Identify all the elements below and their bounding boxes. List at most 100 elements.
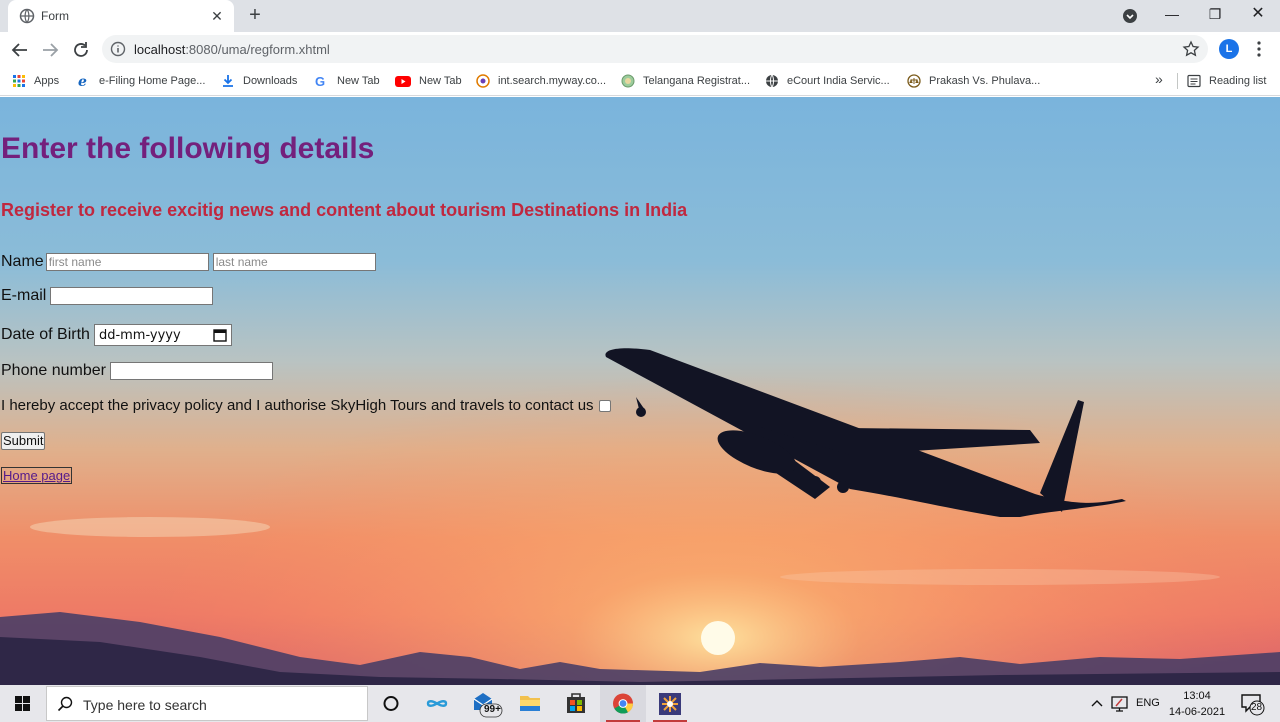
bookmark-efiling[interactable]: e e-Filing Home Page... (77, 72, 205, 90)
bookmark-label: New Tab (419, 75, 462, 87)
bookmark-label: Apps (34, 75, 60, 87)
apps-grid-icon (13, 75, 25, 87)
page-subheading: Register to receive excitig news and con… (1, 200, 688, 220)
kebab-menu-icon[interactable] (1252, 40, 1266, 58)
server-app-icon (659, 693, 681, 715)
bookmark-label: int.search.myway.co... (498, 75, 606, 87)
phone-label: Phone number (1, 362, 106, 379)
consent-checkbox[interactable] (598, 399, 611, 412)
network-icon[interactable] (1110, 685, 1130, 722)
dob-label: Date of Birth (1, 326, 90, 343)
bookmarks-separator (1177, 73, 1178, 89)
reading-list-button[interactable]: Reading list (1187, 72, 1266, 90)
first-name-input[interactable] (45, 253, 209, 271)
mail-badge: 99+ (484, 704, 501, 715)
scales-icon (907, 74, 921, 88)
globe-icon (766, 74, 778, 88)
clock-date: 14-06-2021 (1168, 706, 1226, 718)
dob-placeholder: dd-mm-yyyy (98, 327, 181, 343)
tab-search-icon[interactable] (1122, 8, 1138, 24)
notification-center[interactable]: 28 (1238, 685, 1268, 722)
phone-field[interactable] (109, 362, 273, 380)
last-name-input[interactable] (212, 253, 376, 271)
window-close-button[interactable]: ✕ (1238, 4, 1278, 26)
myway-icon (476, 74, 490, 88)
taskbar-search-box[interactable]: Type here to search (46, 686, 368, 721)
windows-start-icon[interactable] (0, 685, 45, 722)
download-icon (223, 75, 233, 87)
bookmark-label: Telangana Registrat... (643, 75, 751, 87)
store-icon[interactable] (553, 685, 599, 722)
home-page-link[interactable]: Home page (1, 467, 73, 484)
email-row: E-mail (1, 287, 214, 305)
infinity-app-icon[interactable] (414, 685, 460, 722)
bookmark-ecourt[interactable]: eCourt India Servic... (765, 72, 890, 90)
notification-count: 28 (1251, 702, 1263, 713)
tab-strip: Form ✕ + — ❐ ✕ (0, 0, 1280, 32)
close-tab-icon[interactable]: ✕ (209, 8, 225, 24)
chevron-up-icon[interactable] (1089, 685, 1105, 722)
url-text[interactable]: localhost:8080/uma/regform.xhtml (134, 42, 330, 57)
clock-time: 13:04 (1183, 690, 1211, 702)
dob-date-input[interactable]: dd-mm-yyyy (93, 324, 232, 346)
cortana-icon[interactable] (368, 685, 414, 722)
phone-row: Phone number (1, 362, 273, 380)
registration-form-page: Enter the following details Register to … (0, 97, 1280, 685)
bookmarks-overflow-button[interactable]: » (1155, 71, 1163, 87)
url-path: :8080/uma/regform.xhtml (185, 42, 330, 57)
browser-toolbar: localhost:8080/uma/regform.xhtml (0, 32, 1280, 66)
url-host: localhost (134, 42, 186, 57)
bookmark-label: New Tab (337, 75, 380, 87)
email-label: E-mail (1, 287, 47, 304)
calendar-icon[interactable] (213, 328, 227, 342)
bookmark-downloads[interactable]: Downloads (221, 72, 297, 90)
info-icon[interactable] (110, 41, 126, 57)
maximize-button[interactable]: ❐ (1195, 4, 1235, 26)
tab-form[interactable]: Form ✕ (8, 0, 234, 32)
svg-text:e: e (78, 74, 87, 88)
search-icon (57, 696, 73, 712)
profile-avatar[interactable]: L (1219, 39, 1239, 59)
bookmarks-bar: Apps e e-Filing Home Page... Downloads G… (0, 66, 1280, 96)
system-clock[interactable]: 13:04 14-06-2021 (1165, 688, 1229, 720)
google-icon: G (315, 74, 325, 88)
bookmark-telangana[interactable]: Telangana Registrat... (621, 72, 750, 90)
seal-icon (621, 74, 635, 88)
dob-row: Date of Birth dd-mm-yyyy (1, 324, 232, 346)
bookmark-apps[interactable]: Apps (12, 72, 59, 90)
bookmark-label: Downloads (243, 75, 298, 87)
bookmark-label: eCourt India Servic... (787, 75, 890, 87)
file-explorer-icon[interactable] (507, 685, 553, 722)
minimize-button[interactable]: — (1152, 4, 1192, 26)
language-indicator[interactable]: ENG (1136, 685, 1160, 722)
bookmark-label: Prakash Vs. Phulava... (929, 75, 1041, 87)
bookmark-prakash[interactable]: Prakash Vs. Phulava... (907, 72, 1040, 90)
name-row: Name (1, 253, 376, 271)
bookmark-myway[interactable]: int.search.myway.co... (476, 72, 606, 90)
reading-list-icon (1187, 74, 1201, 88)
bookmark-newtab-youtube[interactable]: New Tab (395, 72, 462, 90)
new-tab-button[interactable]: + (244, 5, 266, 27)
forward-arrow-icon[interactable] (39, 39, 61, 61)
consent-row: I hereby accept the privacy policy and I… (1, 397, 611, 414)
search-placeholder: Type here to search (83, 697, 207, 713)
svg-text:G: G (315, 74, 325, 88)
chrome-taskbar-button[interactable] (600, 685, 646, 722)
consent-label: I hereby accept the privacy policy and I… (1, 397, 594, 414)
address-bar[interactable]: localhost:8080/uma/regform.xhtml (102, 35, 1208, 63)
mail-app[interactable]: 99+ (460, 685, 506, 722)
globe-icon (19, 8, 35, 24)
tab-title: Form (41, 9, 69, 23)
email-field[interactable] (50, 287, 214, 305)
chrome-icon (613, 693, 634, 714)
youtube-icon (395, 76, 411, 87)
ie-icon: e (78, 74, 87, 88)
reload-icon[interactable] (70, 39, 92, 61)
back-arrow-icon[interactable] (9, 39, 31, 61)
submit-button[interactable]: Submit (1, 432, 46, 450)
page-heading: Enter the following details (1, 132, 375, 165)
server-app-taskbar-button[interactable] (647, 685, 693, 722)
bookmark-newtab-google[interactable]: G New Tab (315, 72, 380, 90)
bookmark-star-icon[interactable] (1182, 40, 1200, 58)
reading-list-label: Reading list (1209, 75, 1267, 87)
